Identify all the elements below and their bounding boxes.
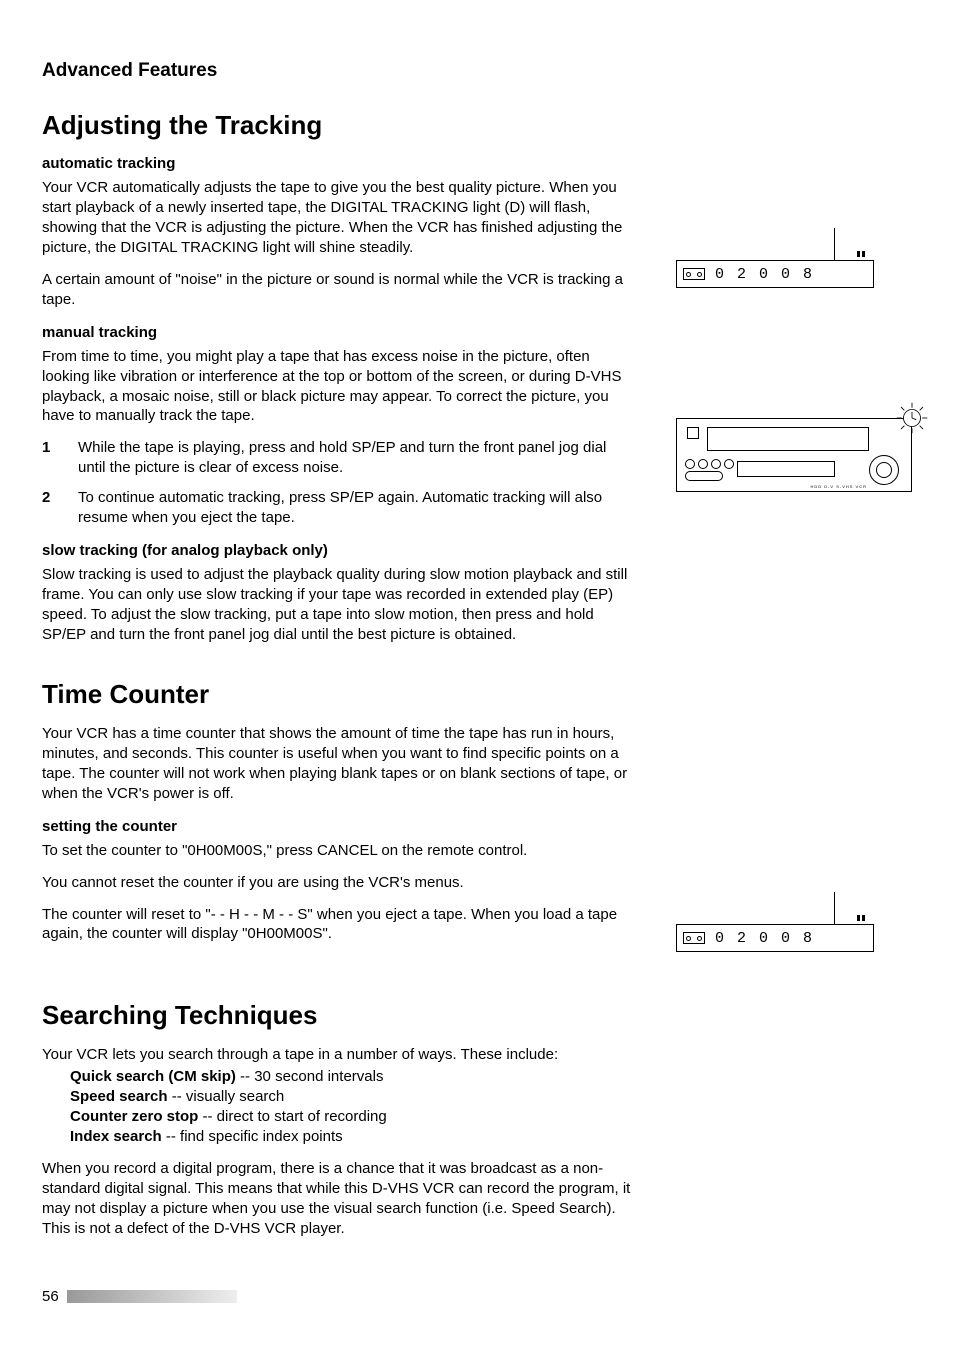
vcr-display-illustration-1: 0 2 0 0 8 (676, 228, 876, 288)
display-digits-2: 0 2 0 0 8 (715, 930, 814, 947)
tape-icon (683, 932, 705, 944)
para-search-note: When you record a digital program, there… (42, 1159, 636, 1239)
subhead-slow-tracking: slow tracking (for analog playback only) (42, 542, 636, 559)
para-counter-2: To set the counter to "0H00M00S," press … (42, 841, 636, 861)
pause-icon (857, 915, 865, 921)
para-manual-1: From time to time, you might play a tape… (42, 347, 636, 427)
page-number: 56 (42, 1288, 59, 1305)
search-counter-bold: Counter zero stop (70, 1108, 198, 1125)
section-title-time-counter: Time Counter (42, 679, 636, 710)
para-auto-1: Your VCR automatically adjusts the tape … (42, 178, 636, 258)
para-counter-3: You cannot reset the counter if you are … (42, 873, 636, 893)
para-counter-4: The counter will reset to "- - H - - M -… (42, 905, 636, 945)
search-counter-rest: -- direct to start of recording (198, 1108, 386, 1125)
page-footer: 56 (42, 1288, 237, 1305)
display-digits-1: 0 2 0 0 8 (715, 266, 814, 283)
manual-tracking-steps: 1 While the tape is playing, press and h… (42, 438, 636, 528)
step-text-2: To continue automatic tracking, press SP… (78, 488, 636, 528)
section-title-tracking: Adjusting the Tracking (42, 110, 636, 141)
para-counter-1: Your VCR has a time counter that shows t… (42, 724, 636, 804)
vcr-front-panel-illustration: HDD D-V S-VHS VCR (676, 418, 912, 492)
step-number-2: 2 (42, 488, 60, 528)
subhead-manual-tracking: manual tracking (42, 324, 636, 341)
section-title-searching: Searching Techniques (42, 1000, 636, 1031)
search-methods-list: Quick search (CM skip) -- 30 second inte… (42, 1067, 636, 1147)
para-search-intro: Your VCR lets you search through a tape … (42, 1045, 636, 1065)
search-speed-rest: -- visually search (168, 1088, 285, 1105)
subhead-setting-counter: setting the counter (42, 818, 636, 835)
para-slow-1: Slow tracking is used to adjust the play… (42, 565, 636, 645)
search-index-bold: Index search (70, 1128, 162, 1145)
chapter-title: Advanced Features (42, 60, 912, 82)
vcr-display-illustration-2: 0 2 0 0 8 (676, 892, 876, 952)
para-auto-2: A certain amount of "noise" in the pictu… (42, 270, 636, 310)
step-number-1: 1 (42, 438, 60, 478)
jog-dial-icon (869, 455, 899, 485)
footer-gradient-bar (67, 1290, 237, 1303)
search-quick-rest: -- 30 second intervals (236, 1068, 384, 1085)
pause-icon (857, 251, 865, 257)
tape-icon (683, 268, 705, 280)
search-quick-bold: Quick search (CM skip) (70, 1068, 236, 1085)
subhead-auto-tracking: automatic tracking (42, 155, 636, 172)
clock-burst-icon (895, 401, 929, 435)
search-index-rest: -- find specific index points (162, 1128, 343, 1145)
search-speed-bold: Speed search (70, 1088, 168, 1105)
step-text-1: While the tape is playing, press and hol… (78, 438, 636, 478)
